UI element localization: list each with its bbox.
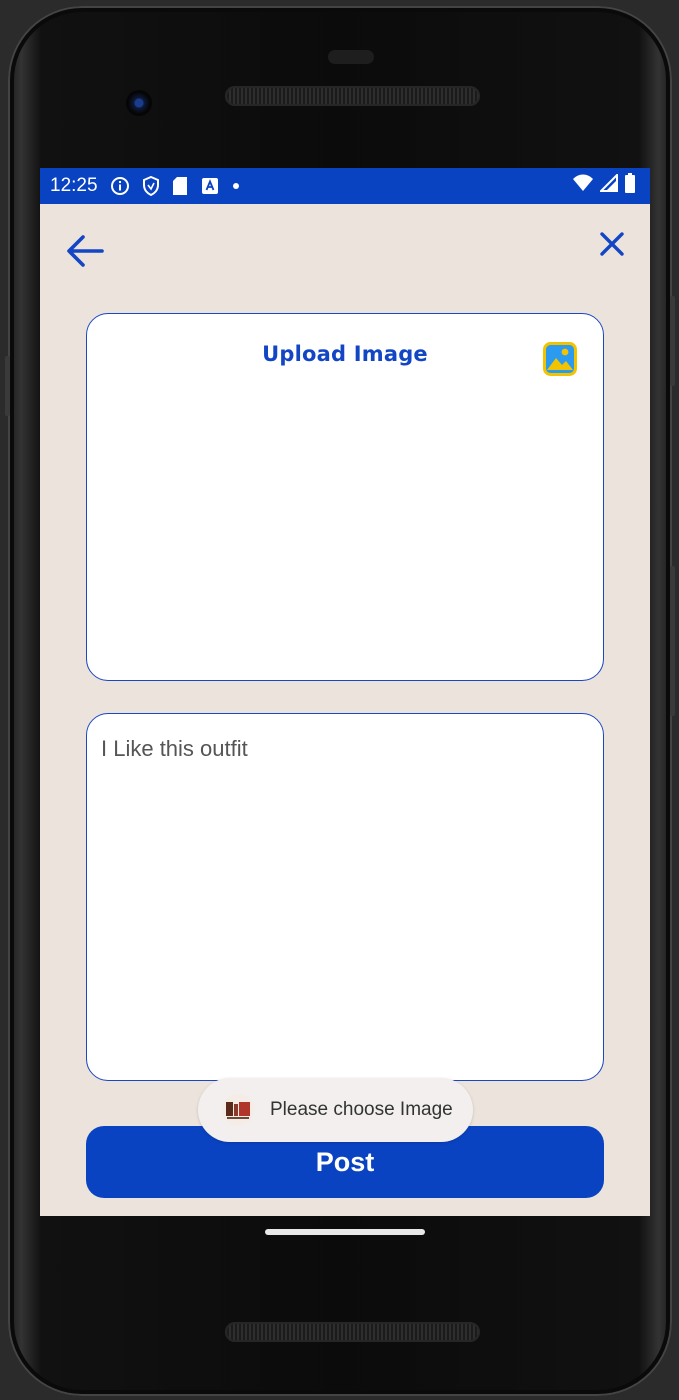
status-bar: 12:25 <box>40 168 650 204</box>
caption-card: I Like this outfit <box>86 713 604 1081</box>
post-button-label: Post <box>315 1146 375 1177</box>
close-button[interactable] <box>592 224 632 264</box>
caption-input[interactable]: I Like this outfit <box>87 714 603 1080</box>
app-bar <box>40 204 650 294</box>
battery-icon <box>624 173 636 199</box>
toast-message: Please choose Image <box>198 1078 473 1142</box>
top-sensor <box>328 50 374 64</box>
dot-icon <box>232 182 240 190</box>
upload-image-title: Upload Image <box>262 342 428 366</box>
shield-icon <box>142 176 160 196</box>
status-time: 12:25 <box>50 175 98 196</box>
a-badge-icon <box>200 176 220 196</box>
image-icon[interactable] <box>543 342 577 376</box>
upload-image-card[interactable]: Upload Image <box>86 313 604 681</box>
app-screen: 12:25 Upload Image I Like this outfit Po… <box>40 168 650 1216</box>
power-button <box>670 566 675 716</box>
top-speaker <box>225 86 480 106</box>
front-camera <box>126 90 152 116</box>
status-right-icons <box>572 168 636 204</box>
app-logo-icon <box>222 1094 254 1126</box>
volume-button <box>670 296 675 386</box>
signal-icon <box>598 172 618 198</box>
toast-text: Please choose Image <box>270 1099 453 1120</box>
wifi-icon <box>572 174 594 198</box>
info-icon <box>110 176 130 196</box>
back-button[interactable] <box>62 228 108 274</box>
left-side-button <box>5 356 10 416</box>
arrow-left-icon <box>67 235 104 267</box>
sd-card-icon <box>172 176 188 196</box>
home-indicator[interactable] <box>265 1229 425 1235</box>
close-icon <box>600 232 624 256</box>
bottom-speaker <box>225 1322 480 1342</box>
